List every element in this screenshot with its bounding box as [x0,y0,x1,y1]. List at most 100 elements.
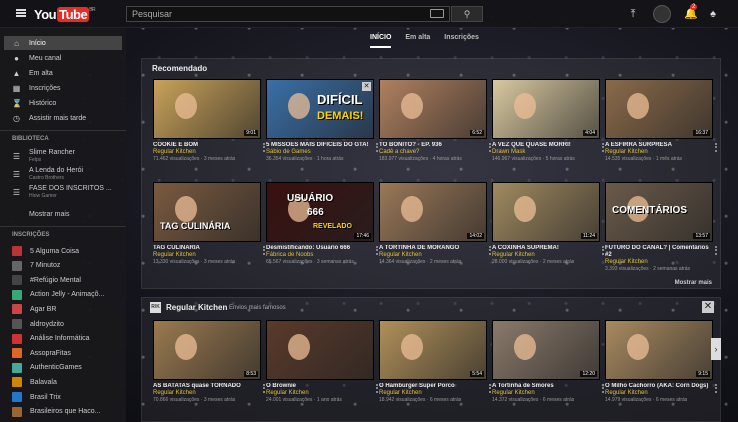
video-channel[interactable]: Regular Kitchen [266,390,374,397]
video-channel[interactable]: Regular Kitchen [605,259,713,266]
search-input[interactable]: Pesquisar [126,6,450,22]
channel-title[interactable]: Regular Kitchen [166,303,227,312]
video-title[interactable]: A TORTINHA DE MORANGO [379,245,487,252]
show-more-link[interactable]: Mostrar mais [4,207,122,221]
video-title[interactable]: A Tortinha de Smores [492,383,600,390]
video-title[interactable]: A COXINHA SUPREMA! [492,245,600,252]
subscription-item[interactable]: AuthenticGames [4,361,122,375]
video-duration: 16:37 [693,130,710,136]
video-thumbnail[interactable] [266,320,374,380]
video-meta: A ESFIRRA SURPRESA Regular Kitchen 14.535 … [605,142,713,163]
more-options-icon[interactable] [715,384,718,393]
thumbnail-text: USUÁRIO [287,193,334,204]
keyboard-icon[interactable] [430,9,444,18]
video-channel[interactable]: Regular Kitchen [379,390,487,397]
video-title[interactable]: FUTURO DO CANAL? | Comentários #2 [605,245,713,259]
subscription-item[interactable]: Agar BR [4,302,122,316]
tab-trending[interactable]: Em alta [405,28,430,48]
library-item[interactable]: ☰ A Lenda do Herói Castro Brothers [4,166,122,182]
video-title[interactable]: A VEZ QUE QUASE MORRI! [492,142,600,149]
video-meta: 5 MISSÕES MAIS DIFÍCEIS DO GTA! Sábio de … [266,142,374,163]
video-duration: 11:24 [580,233,597,239]
video-channel[interactable]: Fábrica de Noobs [266,252,374,259]
show-more-button[interactable]: Mostrar mais [675,280,712,286]
sidebar-item-home[interactable]: ⌂ Início [4,36,122,50]
video-thumbnail[interactable]: TAG CULINÁRIA [153,182,261,242]
thumbnail-image [514,195,537,222]
video-thumbnail[interactable]: 11:24 [492,182,600,242]
sidebar-item-watch-later[interactable]: ◷ Assistir mais tarde [4,111,122,125]
subscription-item[interactable]: 7 Minutoz [4,259,122,273]
video-title[interactable]: COOKIE É BOM [153,142,261,149]
video-views: 71.462 visualizações · 3 meses atrás [153,156,236,162]
youtube-logo[interactable]: You Tube BR [34,7,96,22]
tab-home[interactable]: INÍCIO [370,28,392,48]
search-button[interactable]: ⚲ [451,6,483,22]
video-thumbnail[interactable]: 4:04 [492,79,600,139]
close-icon[interactable]: ✕ [702,301,714,313]
video-channel[interactable]: Regular Kitchen [605,390,713,397]
subscription-item[interactable]: 5 Alguma Coisa [4,244,122,258]
video-channel[interactable]: Drawn Mask [492,149,600,156]
sidebar-item-subscriptions[interactable]: ▦ Inscrições [4,81,122,95]
library-item[interactable]: ☰ FASE DOS INSCRITOS ... Hiow Gamer [4,184,122,200]
sidebar-item-history[interactable]: ⌛ Histórico [4,96,122,110]
video-meta: A TORTINHA DE MORANGO Regular Kitchen 14.3… [379,245,487,266]
video-meta: O Hamburger Super Porco Regular Kitchen 18… [379,383,487,404]
video-title[interactable]: O Hamburger Super Porco [379,383,487,390]
sidebar-item-my-channel[interactable]: ● Meu canal [4,51,122,65]
video-thumbnail[interactable]: DIFÍCIL DEMAIS! ✕ [266,79,374,139]
close-icon[interactable]: ✕ [362,82,371,91]
subscription-item[interactable]: Brasileiros que Haco... [4,405,122,419]
channel-subtitle: Envios mais famosos [229,305,286,311]
sidebar-item-trending[interactable]: ▲ Em alta [4,66,122,80]
video-channel[interactable]: Regular Kitchen [492,252,600,259]
subscription-item[interactable]: Análise Informática [4,332,122,346]
video-thumbnail[interactable]: 8:53 [153,320,261,380]
more-options-icon[interactable] [715,143,718,152]
video-channel[interactable]: Regular Kitchen [605,149,713,156]
chevron-right-icon[interactable]: › [711,338,721,360]
video-channel[interactable]: Regular Kitchen [153,149,261,156]
video-thumbnail[interactable]: 14:02 [379,182,487,242]
video-thumbnail[interactable]: 13:57 COMENTÁRIOS [605,182,713,242]
flame-icon: ▲ [12,68,21,78]
menu-icon[interactable] [16,9,26,17]
subscription-item[interactable]: AssopraFitas [4,346,122,360]
video-thumbnail[interactable]: 9:15 [605,320,713,380]
video-thumbnail[interactable]: 12:20 [492,320,600,380]
channel-logo[interactable]: R/K [150,302,161,313]
video-title[interactable]: O Milho Cachorro (AKA: Corn Dogs) [605,383,713,390]
video-thumbnail[interactable]: 5:54 [379,320,487,380]
subscription-item[interactable]: Action Jelly - Animaçõ... [4,288,122,302]
subscription-item[interactable]: Balavala [4,375,122,389]
subscription-item[interactable]: Brasil Trix [4,390,122,404]
library-item[interactable]: ☰ Slime Rancher Felps [4,148,122,164]
subscription-item[interactable]: #Refúgio Mental [4,273,122,287]
video-thumbnail[interactable]: 17:46 USUÁRIO 666 REVELADO [266,182,374,242]
video-thumbnail[interactable]: 16:37 [605,79,713,139]
video-channel[interactable]: Regular Kitchen [379,252,487,259]
account-avatar[interactable]: ♠ [706,7,720,21]
video-title[interactable]: TAG CULINÁRIA [153,245,261,252]
video-title[interactable]: A ESFIRRA SURPRESA [605,142,713,149]
video-title[interactable]: 5 MISSÕES MAIS DIFÍCEIS DO GTA! [266,142,374,149]
video-thumbnail[interactable]: 6:52 [379,79,487,139]
upload-icon[interactable]: ⤒ [626,7,640,21]
video-channel[interactable]: Regular Kitchen [153,390,261,397]
video-channel[interactable]: Cadê a chave? [379,149,487,156]
video-channel[interactable]: Regular Kitchen [492,390,600,397]
video-title[interactable]: O Brownie [266,383,374,390]
video-channel[interactable]: Sábio de Games [266,149,374,156]
more-options-icon[interactable] [715,246,718,255]
video-title[interactable]: AS BATATAS quase TORNADO [153,383,261,390]
video-views: 18.942 visualizações · 6 meses atrás [379,397,462,403]
video-thumbnail[interactable]: 9:01 [153,79,261,139]
thumbnail-image [401,195,424,222]
subscription-item[interactable]: aldroydzito [4,317,122,331]
video-title[interactable]: TÔ BONITO? - EP. 936 [379,142,487,149]
video-channel[interactable]: Regular Kitchen [153,252,261,259]
video-title[interactable]: Desmistificando: Usuário 666 [266,245,374,252]
tab-subscriptions[interactable]: Inscrições [444,28,479,48]
channel-avatar [12,304,22,315]
